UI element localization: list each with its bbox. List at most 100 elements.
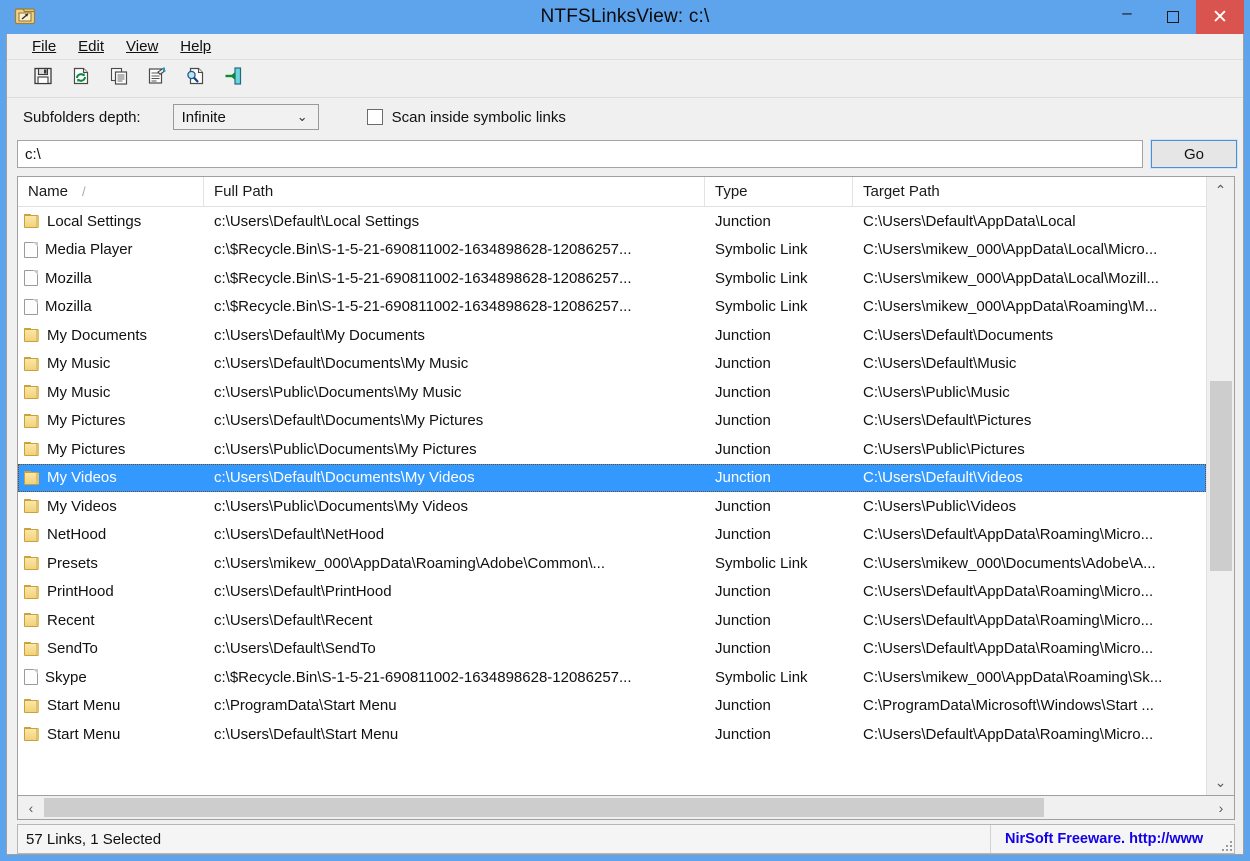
path-input[interactable]: c:\ (17, 140, 1143, 168)
menu-view-label: View (126, 38, 159, 55)
close-button[interactable]: ✕ (1196, 0, 1244, 34)
links-list: Name / Full Path Type Target Path Local … (17, 176, 1235, 796)
cell-name: Mozilla (18, 298, 204, 315)
table-row[interactable]: My Documents c:\Users\Default\My Document… (18, 321, 1206, 350)
menu-file[interactable]: File (21, 35, 67, 58)
cell-full-path: c:\Users\Default\Documents\My Music (214, 355, 469, 373)
title-bar: NTFSLinksView: c:\ – ✕ (6, 0, 1244, 34)
cell-type: Junction (715, 640, 771, 658)
cell-target-path: C:\Users\Default\AppData\Roaming\Micro..… (863, 611, 1154, 629)
cell-type: Junction (715, 440, 771, 458)
copy-icon (109, 66, 129, 91)
table-row[interactable]: Local Settings c:\Users\Default\Local Set… (18, 207, 1206, 236)
table-row[interactable]: PrintHood c:\Users\Default\PrintHood Junct… (18, 578, 1206, 607)
status-bar: 57 Links, 1 Selected NirSoft Freeware. h… (17, 824, 1235, 854)
maximize-icon (1167, 11, 1179, 23)
table-row[interactable]: Skype c:\$Recycle.Bin\S-1-5-21-690811002-… (18, 663, 1206, 692)
cell-name: My Music (18, 384, 204, 401)
minimize-button[interactable]: – (1104, 0, 1150, 34)
refresh-button[interactable] (67, 65, 95, 93)
cell-target-path: C:\Users\Default\AppData\Roaming\Micro..… (863, 526, 1154, 544)
cell-type: Symbolic Link (715, 269, 808, 287)
horizontal-scroll-thumb[interactable] (44, 798, 1044, 817)
column-header-full-path[interactable]: Full Path (204, 177, 705, 206)
list-rows[interactable]: Local Settings c:\Users\Default\Local Set… (18, 207, 1234, 795)
cell-full-path: c:\Users\Default\Documents\My Videos (214, 469, 475, 487)
column-header-target-path[interactable]: Target Path (853, 177, 1206, 206)
scroll-down-arrow-icon[interactable]: ⌄ (1207, 769, 1234, 795)
column-header-type[interactable]: Type (705, 177, 853, 206)
cell-type: Symbolic Link (715, 298, 808, 316)
path-row: c:\ Go (7, 136, 1243, 172)
copy-button[interactable] (105, 65, 133, 93)
table-row[interactable]: NetHood c:\Users\Default\NetHood Junction C… (18, 521, 1206, 550)
column-header-name[interactable]: Name / (18, 177, 204, 206)
cell-name: Skype (18, 669, 204, 686)
options-row: Subfolders depth: Infinite ⌄ Scan inside… (7, 98, 1243, 136)
window-controls: – ✕ (1104, 0, 1244, 34)
cell-name-label: Mozilla (45, 298, 92, 316)
table-row[interactable]: My Pictures c:\Users\Public\Documents\My … (18, 435, 1206, 464)
find-button[interactable] (181, 65, 209, 93)
menu-edit[interactable]: Edit (67, 35, 115, 58)
exit-icon (223, 66, 243, 91)
table-row[interactable]: My Videos c:\Users\Default\Documents\My V… (18, 463, 1206, 492)
folder-icon (24, 584, 40, 599)
cell-name-label: My Music (47, 355, 111, 373)
cell-name-label: My Documents (47, 326, 148, 344)
scan-symlinks-checkbox[interactable]: Scan inside symbolic links (366, 108, 566, 126)
scroll-right-arrow-icon[interactable]: › (1208, 796, 1234, 819)
cell-target-path: C:\Users\mikew_000\AppData\Local\Mozill.… (863, 269, 1159, 287)
maximize-button[interactable] (1150, 0, 1196, 34)
menu-view[interactable]: View (115, 35, 169, 58)
table-row[interactable]: Recent c:\Users\Default\Recent Junction C:\… (18, 606, 1206, 635)
vertical-scroll-track[interactable] (1207, 203, 1234, 769)
horizontal-scrollbar[interactable]: ‹ › (17, 796, 1235, 820)
table-row[interactable]: Start Menu c:\Users\Default\Start Menu Jun… (18, 720, 1206, 749)
cell-target-path: C:\Users\Public\Videos (863, 497, 1017, 515)
nirsoft-link[interactable]: NirSoft Freeware. http://www (990, 825, 1234, 853)
vertical-scrollbar[interactable]: ⌃ ⌄ (1206, 177, 1234, 795)
folder-icon (24, 413, 40, 428)
scroll-up-arrow-icon[interactable]: ⌃ (1207, 177, 1234, 203)
resize-grip[interactable] (1220, 839, 1232, 851)
client-area: File Edit View Help Subfolders depth: In… (6, 34, 1244, 855)
menu-help[interactable]: Help (169, 35, 222, 58)
cell-target-path: C:\Users\Public\Music (863, 383, 1010, 401)
folder-icon (24, 727, 40, 742)
table-row[interactable]: Mozilla c:\$Recycle.Bin\S-1-5-21-69081100… (18, 293, 1206, 322)
folder-icon (24, 499, 40, 514)
horizontal-scroll-track[interactable] (44, 796, 1208, 819)
table-row[interactable]: My Music c:\Users\Default\Documents\My Mu… (18, 350, 1206, 379)
vertical-scroll-thumb[interactable] (1210, 381, 1232, 571)
scroll-left-arrow-icon[interactable]: ‹ (18, 796, 44, 819)
cell-type: Symbolic Link (715, 241, 808, 259)
subfolders-depth-select[interactable]: Infinite ⌄ (172, 104, 319, 130)
cell-name-label: My Pictures (47, 440, 126, 458)
scan-symlinks-label: Scan inside symbolic links (391, 108, 566, 126)
cell-full-path: c:\Users\Default\My Documents (214, 326, 425, 344)
folder-icon (24, 527, 40, 542)
go-button[interactable]: Go (1150, 139, 1238, 169)
file-icon (24, 270, 38, 287)
cell-full-path: c:\Users\Default\Recent (214, 611, 373, 629)
table-row[interactable]: My Pictures c:\Users\Default\Documents\My… (18, 407, 1206, 436)
table-row[interactable]: My Music c:\Users\Public\Documents\My Mus… (18, 378, 1206, 407)
table-row[interactable]: Presets c:\Users\mikew_000\AppData\Roamin… (18, 549, 1206, 578)
cell-target-path: C:\Users\Default\AppData\Local (863, 212, 1076, 230)
cell-name: PrintHood (18, 583, 204, 600)
cell-name-label: PrintHood (47, 583, 114, 601)
exit-button[interactable] (219, 65, 247, 93)
cell-target-path: C:\Users\Default\AppData\Roaming\Micro..… (863, 725, 1154, 743)
cell-full-path: c:\Users\Public\Documents\My Music (214, 383, 462, 401)
table-row[interactable]: Media Player c:\$Recycle.Bin\S-1-5-21-690… (18, 236, 1206, 265)
table-row[interactable]: Start Menu c:\ProgramData\Start Menu Junct… (18, 692, 1206, 721)
cell-name: Start Menu (18, 697, 204, 714)
properties-button[interactable] (143, 65, 171, 93)
cell-type: Junction (715, 212, 771, 230)
table-row[interactable]: SendTo c:\Users\Default\SendTo Junction C:\… (18, 635, 1206, 664)
save-button[interactable] (29, 65, 57, 93)
table-row[interactable]: My Videos c:\Users\Public\Documents\My Vi… (18, 492, 1206, 521)
table-row[interactable]: Mozilla c:\$Recycle.Bin\S-1-5-21-69081100… (18, 264, 1206, 293)
cell-name-label: Mozilla (45, 269, 92, 287)
